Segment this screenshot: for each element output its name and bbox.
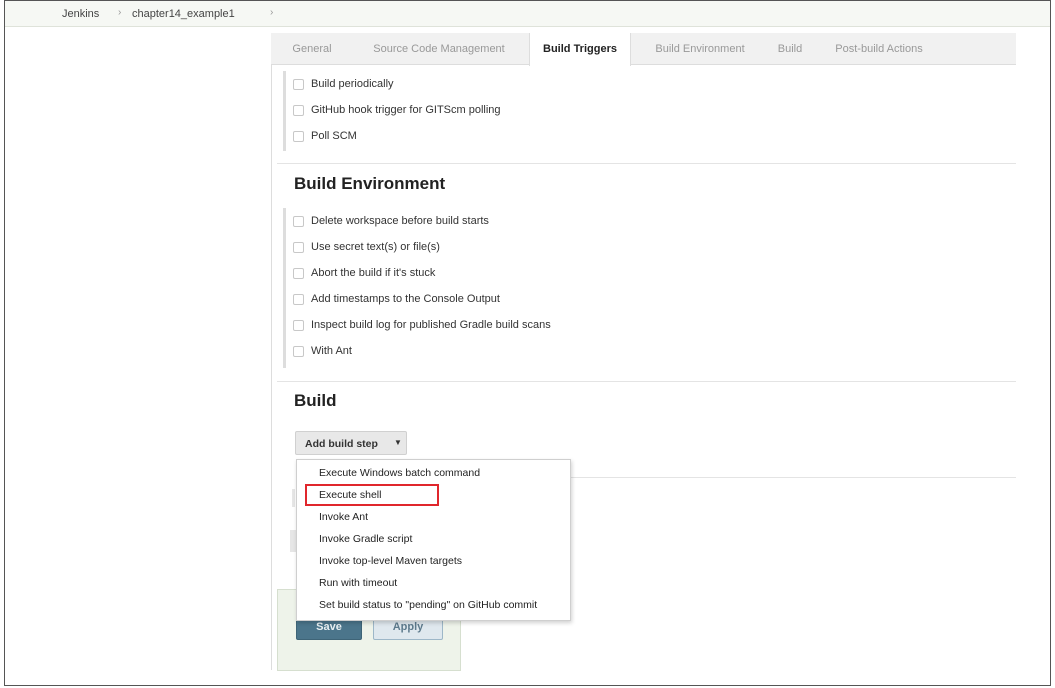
caret-down-icon: ▼ — [394, 438, 402, 447]
add-build-step-button[interactable]: Add build step ▼ — [295, 431, 407, 455]
config-tabs: General Source Code Management Build Tri… — [271, 33, 1016, 66]
checkbox[interactable] — [293, 105, 304, 116]
menu-item-execute-windows-batch[interactable]: Execute Windows batch command — [319, 464, 480, 482]
option-label: Poll SCM — [311, 130, 357, 142]
tab-build[interactable]: Build — [767, 33, 813, 65]
menu-item-invoke-ant[interactable]: Invoke Ant — [319, 508, 368, 526]
menu-item-invoke-gradle[interactable]: Invoke Gradle script — [319, 530, 412, 548]
checkbox[interactable] — [293, 346, 304, 357]
checkbox[interactable] — [293, 131, 304, 142]
section-divider — [277, 163, 1016, 164]
hidden-content-edge — [292, 489, 295, 507]
tab-general[interactable]: General — [279, 33, 345, 65]
checkbox[interactable] — [293, 320, 304, 331]
section-divider — [571, 477, 1016, 478]
add-build-step-label: Add build step — [305, 438, 378, 450]
group-indicator — [283, 71, 286, 151]
menu-item-set-build-status[interactable]: Set build status to "pending" on GitHub … — [319, 596, 537, 614]
breadcrumb-separator-icon[interactable]: › — [118, 7, 121, 18]
checkbox[interactable] — [293, 242, 304, 253]
option-label: Add timestamps to the Console Output — [311, 293, 500, 305]
tab-post-build-actions[interactable]: Post-build Actions — [820, 33, 938, 65]
build-title: Build — [294, 391, 337, 410]
breadcrumb: Jenkins › chapter14_example1 › — [5, 1, 1050, 27]
option-label: Abort the build if it's stuck — [311, 267, 436, 279]
tab-source-code-management[interactable]: Source Code Management — [359, 33, 519, 65]
option-label: Use secret text(s) or file(s) — [311, 241, 440, 253]
breadcrumb-separator-icon[interactable]: › — [270, 7, 273, 18]
breadcrumb-job[interactable]: chapter14_example1 — [132, 8, 235, 20]
menu-item-invoke-maven[interactable]: Invoke top-level Maven targets — [319, 552, 462, 570]
checkbox[interactable] — [293, 268, 304, 279]
option-label: GitHub hook trigger for GITScm polling — [311, 104, 501, 116]
execute-shell-highlight — [305, 484, 439, 506]
checkbox[interactable] — [293, 216, 304, 227]
option-label: With Ant — [311, 345, 352, 357]
checkbox[interactable] — [293, 79, 304, 90]
checkbox[interactable] — [293, 294, 304, 305]
menu-item-run-with-timeout[interactable]: Run with timeout — [319, 574, 397, 592]
option-label: Build periodically — [311, 78, 394, 90]
section-divider — [277, 381, 1016, 382]
build-environment-title: Build Environment — [294, 174, 446, 193]
breadcrumb-jenkins[interactable]: Jenkins — [62, 8, 99, 20]
tab-build-environment[interactable]: Build Environment — [642, 33, 758, 65]
group-indicator — [283, 208, 286, 368]
option-label: Inspect build log for published Gradle b… — [311, 319, 551, 331]
tab-build-triggers[interactable]: Build Triggers — [529, 33, 631, 66]
option-label: Delete workspace before build starts — [311, 215, 489, 227]
